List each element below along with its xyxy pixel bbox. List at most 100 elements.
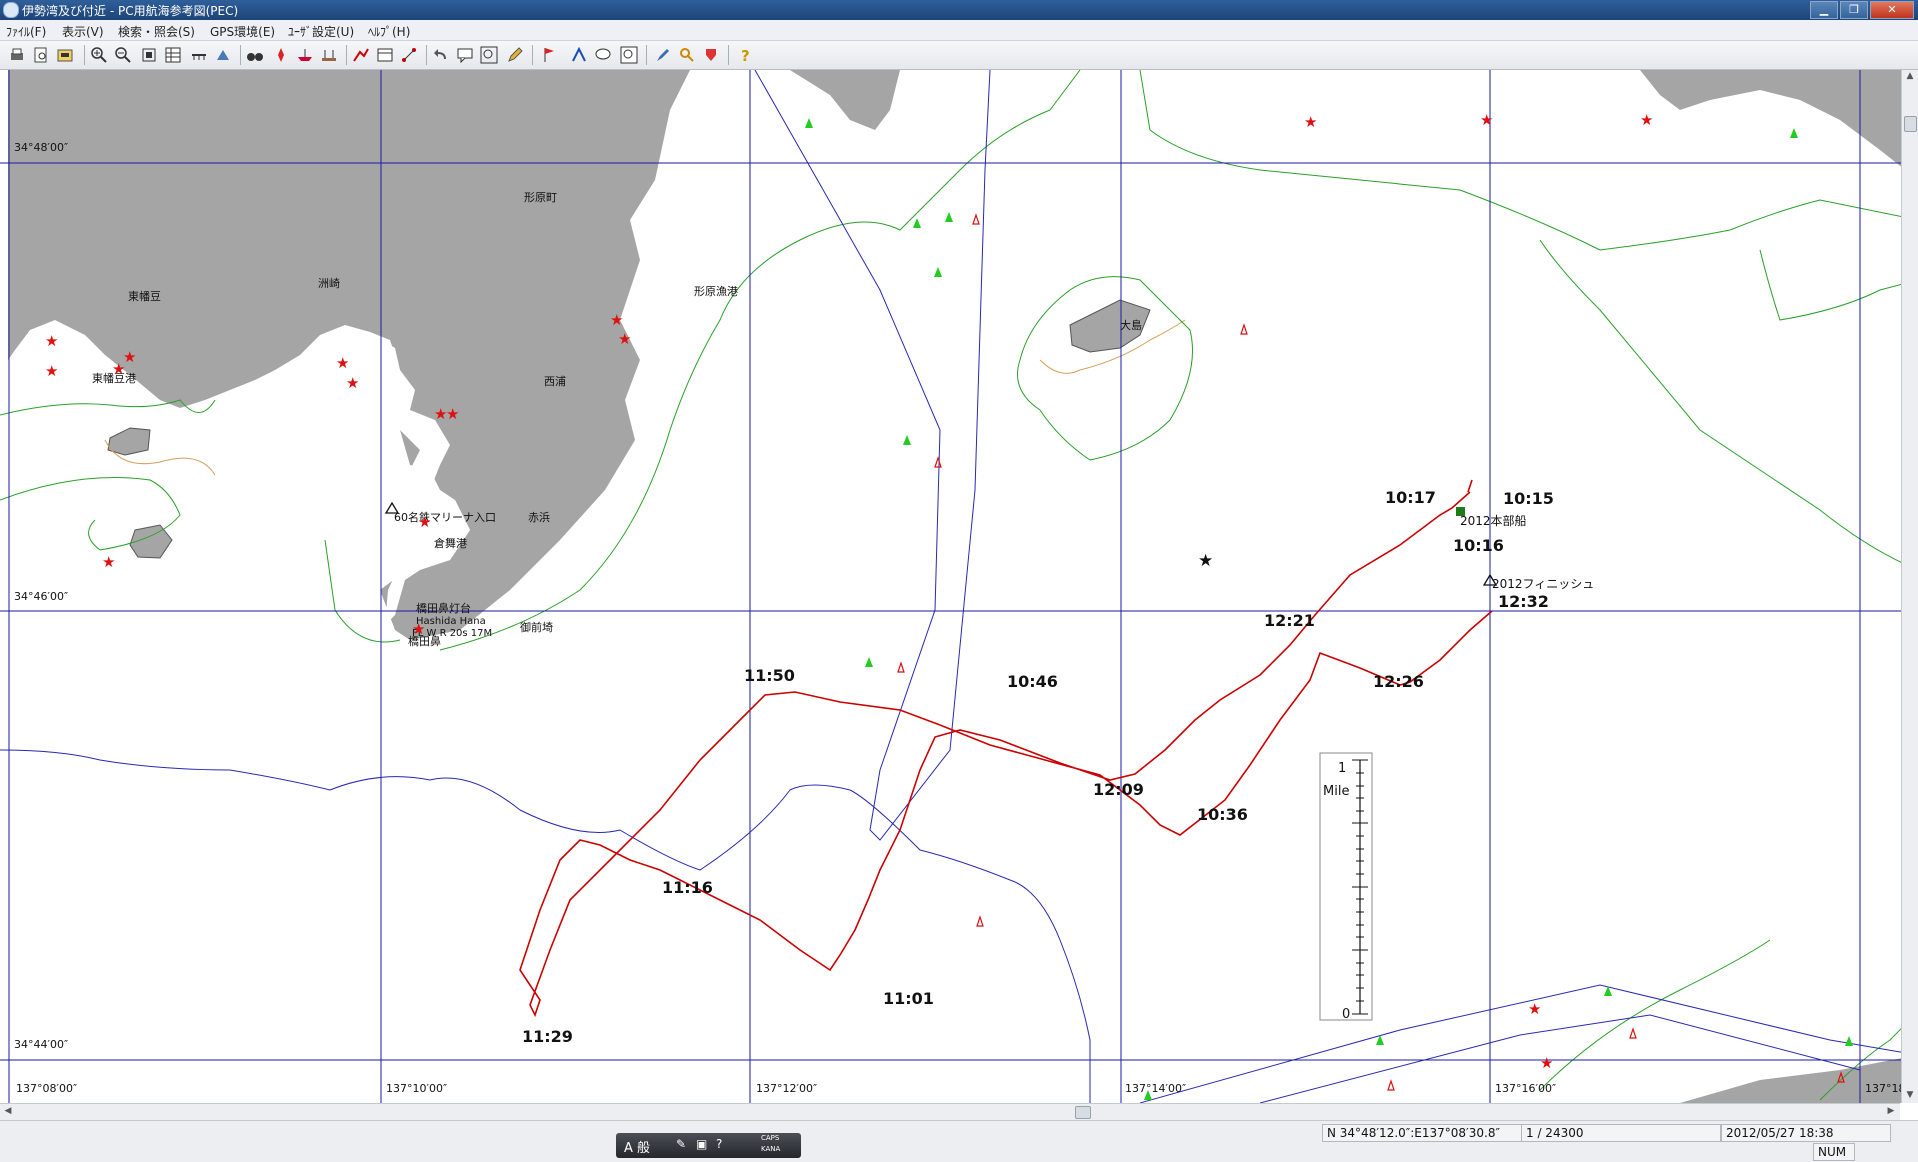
mark-icon[interactable] [272, 46, 290, 64]
magnify-icon[interactable] [480, 46, 498, 64]
scale-bottom-label: 0 [1342, 1007, 1350, 1022]
menu-help[interactable]: ﾍﾙﾌﾟ(H) [368, 23, 410, 40]
time-label: 11:50 [744, 666, 795, 685]
place-name: Hashida Hana [416, 616, 486, 627]
find-icon[interactable] [678, 46, 696, 64]
harbor-icon[interactable] [320, 46, 338, 64]
ime-toolbar[interactable]: A 般 ✎ ▣ ? CAPS KANA [616, 1133, 801, 1158]
landmark-star-icon: ★ [1198, 551, 1213, 571]
flag-icon[interactable] [540, 46, 558, 64]
vertical-scroll-thumb[interactable] [1904, 116, 1917, 132]
minimize-button[interactable]: ▁ [1810, 1, 1838, 19]
status-bar: N 34°48′12.0″:E137°08′30.8″ 1 / 24300 20… [0, 1120, 1918, 1162]
ime-help-icon[interactable]: ? [716, 1137, 722, 1151]
grid-icon[interactable] [164, 46, 182, 64]
scroll-right-icon[interactable]: ▶ [1885, 1106, 1897, 1117]
lon-label-1: 137°08′00″ [16, 1082, 77, 1095]
scroll-up-icon[interactable]: ▲ [1904, 71, 1916, 83]
lon-label-4: 137°14′00″ [1125, 1082, 1186, 1095]
time-label: 12:26 [1373, 672, 1424, 691]
place-name: 西浦 [544, 375, 566, 388]
status-coordinates: N 34°48′12.0″:E137°08′30.8″ [1322, 1124, 1525, 1142]
time-label: 11:16 [662, 878, 713, 897]
place-name: 橋田鼻灯台 [416, 601, 471, 615]
place-name: 形原町 [524, 191, 557, 204]
export-icon[interactable] [702, 46, 720, 64]
scroll-down-icon[interactable]: ▼ [1904, 1090, 1916, 1102]
svg-text:★: ★ [610, 311, 623, 329]
menu-bar: ﾌｧｲﾙ(F) 表示(V) 検索・照会(S) GPS環境(E) ﾕｰｻﾞ設定(U… [0, 20, 1918, 41]
horizontal-scroll-thumb[interactable] [1075, 1106, 1091, 1119]
undo-icon[interactable] [432, 46, 450, 64]
scale-icon[interactable] [190, 46, 208, 64]
chat-icon[interactable] [594, 46, 612, 64]
restore-button[interactable]: ❐ [1840, 1, 1868, 19]
scale-top-label: 1 [1338, 761, 1346, 776]
edit-icon[interactable] [654, 46, 672, 64]
chart-map[interactable]: 34°48′00″ 34°46′00″ 34°44′00″ 137°08′00″… [0, 69, 1918, 1104]
menu-gps[interactable]: GPS環境(E) [210, 23, 275, 40]
gps-icon[interactable] [570, 46, 588, 64]
ime-dictionary-icon[interactable]: ▣ [696, 1137, 707, 1151]
menu-file[interactable]: ﾌｧｲﾙ(F) [6, 23, 46, 40]
svg-text:★: ★ [45, 332, 58, 350]
place-name: 洲崎 [318, 276, 340, 290]
lon-label-2: 137°10′00″ [386, 1082, 447, 1095]
finish-mark-label: 2012フィニッシュ [1492, 577, 1594, 591]
place-name: 60名鉄マリーナ入口 [394, 510, 496, 524]
ime-mode[interactable]: A 般 [624, 1137, 650, 1156]
zoom-in-icon[interactable] [90, 46, 108, 64]
zoom-out-icon[interactable] [114, 46, 132, 64]
time-label: 10:36 [1197, 805, 1248, 824]
svg-text:★: ★ [418, 513, 431, 531]
place-name: 大島 [1120, 318, 1142, 332]
svg-text:★: ★ [1540, 1054, 1553, 1072]
time-label: 11:01 [883, 989, 934, 1008]
scale-unit-label: Mile [1323, 784, 1349, 799]
close-button[interactable]: ✕ [1870, 1, 1914, 19]
ship-icon[interactable] [296, 46, 314, 64]
svg-text:★: ★ [336, 354, 349, 372]
lon-label-5: 137°16′00″ [1495, 1082, 1556, 1095]
vertical-scrollbar[interactable]: ▲ ▼ [1901, 70, 1918, 1103]
svg-text:?: ? [741, 47, 750, 64]
fit-window-icon[interactable] [140, 46, 158, 64]
binoculars-icon[interactable] [246, 46, 264, 64]
help-icon[interactable]: ? [736, 46, 754, 64]
time-label: 12:09 [1093, 780, 1144, 799]
print-icon[interactable] [8, 46, 26, 64]
title-bar: 伊勢湾及び付近 - PC用航海参考図(PEC) ▁ ❐ ✕ [0, 0, 1918, 20]
svg-text:★: ★ [1304, 113, 1317, 131]
time-label: 12:21 [1264, 611, 1315, 630]
search-window-icon[interactable] [620, 46, 638, 64]
horizontal-scrollbar[interactable]: ◀ ▶ [0, 1103, 1900, 1120]
layers-icon[interactable] [214, 46, 232, 64]
lat-label-1: 34°48′00″ [14, 141, 68, 154]
time-label: 10:16 [1453, 536, 1504, 555]
status-datetime: 2012/05/27 18:38 [1721, 1124, 1891, 1142]
time-label: 12:32 [1498, 592, 1549, 611]
ime-pad-icon[interactable]: ✎ [676, 1137, 686, 1151]
svg-text:★: ★ [618, 330, 631, 348]
lon-label-3: 137°12′00″ [756, 1082, 817, 1095]
print-preview-icon[interactable] [32, 46, 50, 64]
save-icon[interactable] [56, 46, 74, 64]
menu-view[interactable]: 表示(V) [62, 23, 104, 40]
comment-icon[interactable] [456, 46, 474, 64]
pencil-icon[interactable] [506, 46, 524, 64]
menu-search[interactable]: 検索・照会(S) [118, 23, 195, 40]
svg-text:★: ★ [1480, 111, 1493, 129]
app-icon [3, 2, 19, 18]
track-icon[interactable] [352, 46, 370, 64]
place-name: 倉舞港 [434, 536, 467, 550]
route-icon[interactable] [400, 46, 418, 64]
lat-label-3: 34°44′00″ [14, 1038, 68, 1051]
menu-user-settings[interactable]: ﾕｰｻﾞ設定(U) [288, 23, 354, 40]
svg-text:★: ★ [446, 405, 459, 423]
table-icon[interactable] [376, 46, 394, 64]
time-label: 10:15 [1503, 489, 1554, 508]
place-name: 東幡豆 [128, 289, 161, 303]
svg-text:★: ★ [412, 620, 425, 638]
scroll-left-icon[interactable]: ◀ [2, 1106, 14, 1117]
time-label: 10:46 [1007, 672, 1058, 691]
